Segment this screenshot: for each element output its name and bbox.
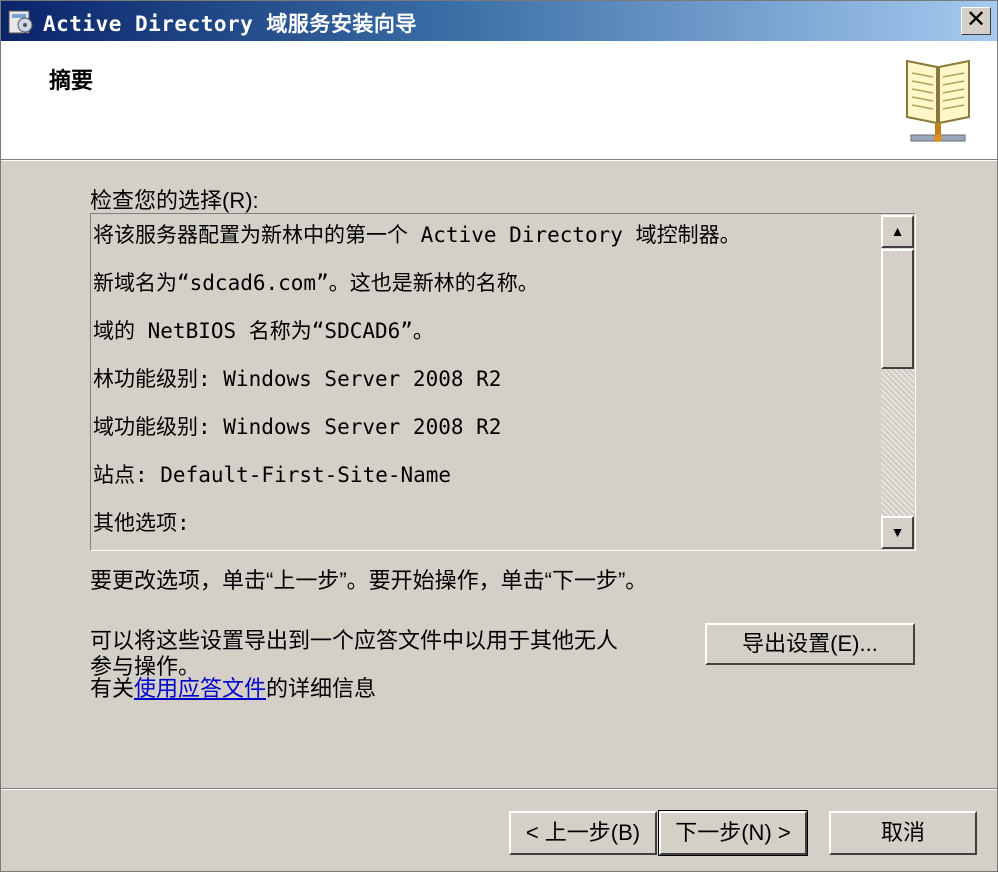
- close-icon: ✕: [965, 6, 987, 33]
- back-button-label: < 上一步(B): [525, 820, 641, 845]
- scroll-down-button[interactable]: ▼: [881, 516, 914, 549]
- review-textbox[interactable]: 将该服务器配置为新林中的第一个 Active Directory 域控制器。 新…: [90, 213, 916, 551]
- server-setup-icon: [8, 10, 33, 34]
- title-bar[interactable]: Active Directory 域服务安装向导 ✕: [1, 1, 997, 41]
- export-settings-label: 导出设置(E)...: [742, 631, 878, 656]
- next-button[interactable]: 下一步(N) >: [658, 810, 808, 856]
- review-line: 林功能级别: Windows Server 2008 R2: [93, 367, 502, 391]
- scroll-thumb[interactable]: [881, 249, 914, 369]
- arrow-up-icon: ▲: [890, 223, 905, 239]
- more-info-prefix: 有关: [90, 676, 135, 701]
- review-content: 将该服务器配置为新林中的第一个 Active Directory 域控制器。 新…: [92, 215, 882, 549]
- export-settings-button[interactable]: 导出设置(E)...: [705, 623, 915, 665]
- back-button[interactable]: < 上一步(B): [509, 811, 657, 855]
- header-divider-highlight: [1, 160, 997, 161]
- answer-file-link[interactable]: 使用应答文件: [134, 676, 266, 701]
- window-title: Active Directory 域服务安装向导: [43, 12, 417, 36]
- instructions-text: 要更改选项，单击“上一步”。要开始操作，单击“下一步”。: [90, 568, 648, 593]
- review-line: 将该服务器配置为新林中的第一个 Active Directory 域控制器。: [93, 223, 741, 247]
- review-line: 域功能级别: Windows Server 2008 R2: [93, 415, 502, 439]
- wizard-header: 摘要: [1, 41, 997, 159]
- more-info-text: 有关使用应答文件的详细信息: [90, 671, 376, 703]
- review-line: 其他选项:: [93, 511, 190, 535]
- scroll-up-button[interactable]: ▲: [881, 215, 914, 248]
- cancel-button[interactable]: 取消: [829, 811, 977, 855]
- close-button[interactable]: ✕: [961, 7, 991, 35]
- wizard-window: Active Directory 域服务安装向导 ✕ 摘要 检查您的选择(R):: [0, 0, 998, 872]
- page-title: 摘要: [49, 68, 94, 93]
- next-button-label: 下一步(N) >: [675, 820, 791, 845]
- cancel-button-label: 取消: [880, 820, 925, 845]
- more-info-suffix: 的详细信息: [266, 676, 377, 701]
- review-scrollbar[interactable]: ▲ ▼: [881, 215, 914, 549]
- arrow-down-icon: ▼: [890, 524, 905, 540]
- review-line: 站点: Default-First-Site-Name: [93, 463, 452, 487]
- review-line: 新域名为“sdcad6.com”。这也是新林的名称。: [93, 271, 539, 295]
- review-label: 检查您的选择(R):: [90, 188, 259, 213]
- footer-divider-highlight: [1, 789, 997, 790]
- open-book-icon: [906, 59, 970, 142]
- review-line: 域的 NetBIOS 名称为“SDCAD6”。: [93, 319, 434, 343]
